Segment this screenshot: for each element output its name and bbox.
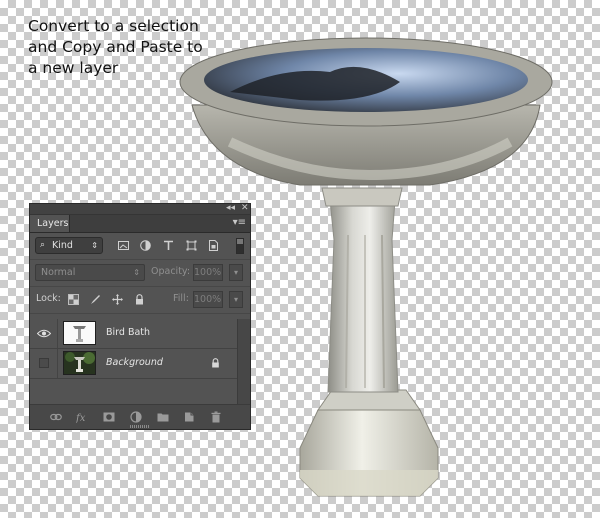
layer-visibility-toggle[interactable] [30,319,58,348]
blend-mode-select[interactable]: Normal ⇕ [35,264,145,281]
lock-image-pixels-icon[interactable] [90,294,101,305]
layer-row-bird-bath[interactable]: Bird Bath [30,319,238,349]
svg-text:fx: fx [76,413,86,423]
panel-tab-row: Layers ▾≡ [30,215,250,233]
new-group-icon[interactable] [157,411,169,423]
close-panel-icon[interactable]: ✕ [241,203,249,214]
fill-label: Fill: [173,293,189,304]
lock-label: Lock: [36,293,61,304]
opacity-dropdown-arrow[interactable]: ▾ [229,264,243,281]
lock-row: Lock: Fill: 100% ▾ [30,287,250,314]
eye-icon [37,329,51,338]
blend-mode-value: Normal [41,267,76,278]
panel-menu-icon[interactable]: ▾≡ [233,217,246,228]
blend-row: Normal ⇕ Opacity: 100% ▾ [30,260,250,287]
layer-thumbnail-background [63,351,96,375]
lock-transparent-pixels-icon[interactable] [68,294,79,305]
opacity-label: Opacity: [151,266,191,277]
layer-list-scrollbar[interactable] [237,319,250,405]
tab-layers[interactable]: Layers [30,215,70,232]
adjustment-layer-filter-icon[interactable] [140,240,151,251]
layers-action-bar: fx [30,404,250,429]
panel-resize-grip[interactable] [130,425,150,428]
fx-icon[interactable]: fx [76,411,88,423]
lock-all-icon[interactable] [134,294,145,305]
panel-title-bar[interactable]: ◂◂ ✕ [30,203,250,215]
shape-layer-filter-icon[interactable] [186,240,197,251]
layer-mask-icon[interactable] [103,411,115,423]
layer-row-background[interactable]: Background [30,349,238,379]
layer-visibility-toggle[interactable] [30,349,58,378]
layer-list: Bird Bath Background [30,319,238,379]
fill-dropdown-arrow[interactable]: ▾ [229,291,243,308]
search-icon: ⌕ [40,240,46,250]
opacity-input[interactable]: 100% [193,264,223,281]
layer-thumbnail-bird-bath [63,321,96,345]
lock-position-icon[interactable] [112,294,123,305]
trash-icon[interactable] [210,411,222,423]
filter-row: ⌕ Kind ⇕ [30,233,250,260]
filter-kind-label: Kind [52,240,73,251]
collapse-panel-icon[interactable]: ◂◂ [226,203,235,214]
filter-toggle-knob [237,244,243,253]
adjustment-layer-icon[interactable] [130,411,142,423]
visibility-empty-box [39,358,49,368]
type-layer-filter-icon[interactable] [163,240,174,251]
new-layer-icon[interactable] [183,411,195,423]
filter-toggle-switch[interactable] [236,238,244,254]
filter-kind-select[interactable]: ⌕ Kind ⇕ [35,237,103,254]
smart-object-filter-icon[interactable] [208,240,219,251]
stepper-arrows-icon: ⇕ [133,268,140,277]
link-layers-icon[interactable] [50,411,62,423]
stepper-arrows-icon: ⇕ [91,241,98,250]
lock-icon [212,358,219,368]
layer-name-bird-bath: Bird Bath [106,327,151,338]
fill-input[interactable]: 100% [193,291,223,308]
layers-panel: ◂◂ ✕ Layers ▾≡ ⌕ Kind ⇕ Normal ⇕ Opacity… [29,203,251,430]
layer-name-background: Background [106,357,163,368]
pixel-layer-filter-icon[interactable] [118,240,129,251]
